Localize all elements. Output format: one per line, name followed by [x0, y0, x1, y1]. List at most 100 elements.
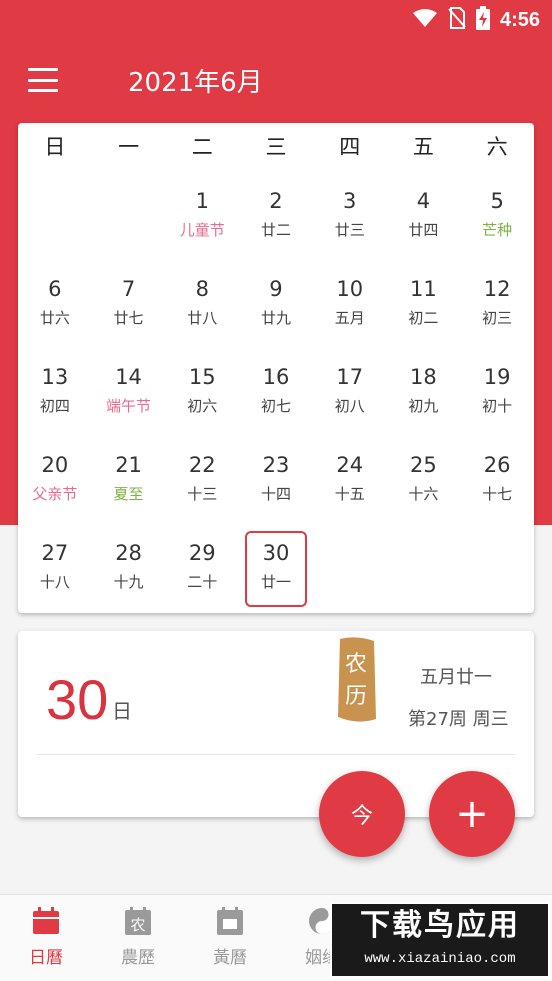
nav-item-lunar[interactable]: 农 農歷 — [92, 895, 184, 981]
day-cell[interactable]: 20 父亲节 — [18, 437, 92, 525]
weekday-label: 一 — [118, 135, 140, 159]
day-cell[interactable]: 7 廿七 — [92, 261, 166, 349]
day-cell[interactable]: 15 初六 — [165, 349, 239, 437]
day-number: 1 — [195, 189, 209, 213]
status-bar: 4:56 — [0, 0, 552, 40]
day-cell[interactable]: 24 十五 — [313, 437, 387, 525]
weekday-label: 四 — [339, 135, 361, 159]
lunar-seal-icon: 农 历 — [334, 635, 378, 723]
day-cell[interactable]: 29 二十 — [165, 525, 239, 613]
lunar-day-label: 廿九 — [260, 309, 291, 327]
day-number: 17 — [336, 365, 364, 389]
day-number: 2 — [269, 189, 283, 213]
day-number: 22 — [188, 453, 216, 477]
day-cell[interactable]: 22 十三 — [165, 437, 239, 525]
day-number: 6 — [48, 277, 62, 301]
day-number: 13 — [41, 365, 69, 389]
day-cell[interactable]: 4 廿四 — [387, 173, 461, 261]
calendar-icon — [33, 907, 59, 934]
day-number: 21 — [115, 453, 142, 477]
day-number: 29 — [188, 541, 216, 565]
lunar-day-label: 初八 — [334, 397, 365, 415]
nav-item-calendar[interactable]: 日曆 — [0, 895, 92, 981]
lunar-day-label: 父亲节 — [32, 485, 78, 503]
watermark-url: www.xiazainiao.com — [364, 951, 516, 967]
lunar-day-label: 廿三 — [334, 221, 365, 239]
empty-day-cell — [92, 173, 166, 261]
day-cell[interactable]: 10 五月 — [313, 261, 387, 349]
lunar-day-label: 五月 — [334, 309, 365, 327]
day-cell[interactable]: 5 芒种 — [460, 173, 534, 261]
day-cell[interactable]: 21 夏至 — [92, 437, 166, 525]
lunar-day-label: 廿六 — [39, 309, 70, 327]
day-cell[interactable]: 30 廿一 — [239, 525, 313, 613]
day-cell[interactable]: 26 十七 — [460, 437, 534, 525]
calendar-grid: 1 儿童节 2 廿二 3 廿三 4 廿四 5 芒种 6 廿六 7 廿七 8 廿八 9 廿九 10 五月 11 初二 12 初三… — [18, 173, 534, 613]
status-time: 4:56 — [499, 8, 540, 31]
lunar-calendar-icon: 农 — [125, 907, 151, 935]
lunar-day-label: 十九 — [113, 573, 144, 591]
empty-day-cell — [18, 173, 92, 261]
lunar-day-label: 初六 — [187, 397, 218, 415]
day-number: 18 — [410, 365, 437, 389]
lunar-day-label: 十七 — [482, 485, 513, 503]
day-cell[interactable]: 6 廿六 — [18, 261, 92, 349]
day-cell[interactable]: 12 初三 — [460, 261, 534, 349]
day-cell[interactable]: 11 初二 — [387, 261, 461, 349]
day-cell[interactable]: 28 十九 — [92, 525, 166, 613]
lunar-day-label: 初十 — [482, 397, 513, 415]
day-cell[interactable]: 17 初八 — [313, 349, 387, 437]
month-title[interactable]: 2021年6月 — [128, 62, 263, 99]
lunar-day-label: 廿八 — [187, 309, 218, 327]
no-sim-icon — [448, 7, 466, 33]
selected-day-number: 30 — [46, 668, 109, 731]
day-number: 3 — [343, 189, 357, 213]
seal-char-2: 历 — [345, 684, 367, 709]
day-cell[interactable]: 18 初九 — [387, 349, 461, 437]
day-cell[interactable]: 14 端午节 — [92, 349, 166, 437]
add-event-button[interactable]: + — [429, 771, 515, 857]
lunar-day-label: 十四 — [260, 485, 291, 503]
day-cell[interactable]: 13 初四 — [18, 349, 92, 437]
weekday-label: 二 — [191, 135, 213, 159]
lunar-day-label: 十六 — [408, 485, 439, 503]
day-number: 20 — [41, 453, 69, 477]
lunar-day-label: 廿七 — [113, 309, 144, 327]
day-number: 5 — [490, 189, 504, 213]
selected-day-frame — [245, 531, 307, 607]
weekday-label: 日 — [44, 135, 66, 159]
day-unit-label: 日 — [112, 699, 132, 723]
lunar-day-label: 儿童节 — [179, 221, 225, 239]
lunar-day-label: 初三 — [482, 309, 513, 327]
nav-label: 黃曆 — [213, 948, 247, 968]
day-number: 19 — [483, 365, 511, 389]
svg-text:农: 农 — [130, 916, 145, 934]
lunar-day-label: 夏至 — [113, 485, 144, 503]
day-cell[interactable]: 1 儿童节 — [165, 173, 239, 261]
wifi-icon — [412, 8, 438, 32]
lunar-day-label: 十三 — [187, 485, 218, 503]
day-cell[interactable]: 3 廿三 — [313, 173, 387, 261]
day-cell[interactable]: 27 十八 — [18, 525, 92, 613]
today-button[interactable]: 今 — [319, 771, 405, 857]
day-cell[interactable]: 25 十六 — [387, 437, 461, 525]
nav-label: 農歷 — [121, 948, 155, 968]
day-number: 15 — [188, 365, 216, 389]
day-cell[interactable]: 23 十四 — [239, 437, 313, 525]
day-number: 4 — [416, 189, 431, 213]
day-cell[interactable]: 8 廿八 — [165, 261, 239, 349]
day-number: 7 — [121, 277, 136, 301]
day-cell[interactable]: 9 廿九 — [239, 261, 313, 349]
nav-item-almanac[interactable]: 黃曆 — [184, 895, 276, 981]
day-cell[interactable]: 2 廿二 — [239, 173, 313, 261]
lunar-day-label: 二十 — [187, 573, 218, 591]
lunar-day-label: 初九 — [408, 397, 439, 415]
day-number: 14 — [115, 365, 142, 389]
app-bar: 2021年6月 — [0, 40, 552, 120]
day-number: 23 — [262, 453, 290, 477]
day-cell[interactable]: 16 初七 — [239, 349, 313, 437]
day-cell[interactable]: 19 初十 — [460, 349, 534, 437]
calendar-card: 日 一 二 三 四 五 六 1 儿童节 2 廿二 3 廿三 4 廿四 5 芒种 6 廿六 7 廿七 8 廿八 9 廿九 10 五月… — [18, 123, 534, 613]
divider — [36, 754, 516, 755]
hamburger-menu-icon[interactable] — [28, 68, 58, 92]
